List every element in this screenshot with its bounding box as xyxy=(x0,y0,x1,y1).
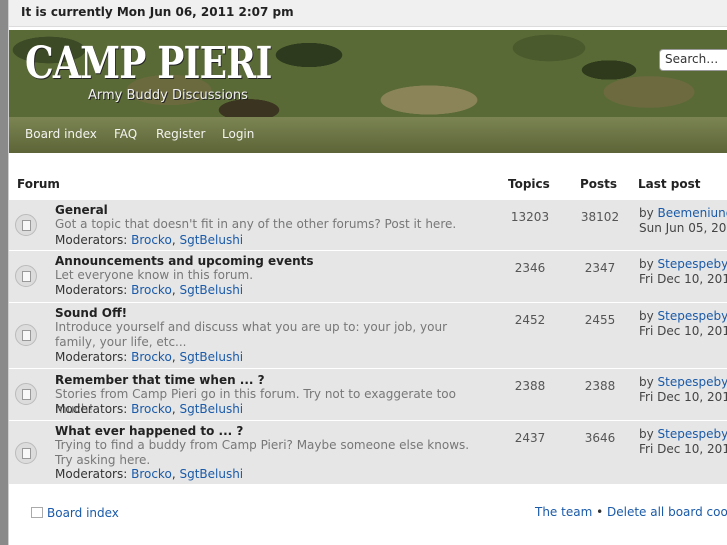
column-header-forum: Forum xyxy=(17,177,60,191)
last-post-by: by xyxy=(639,257,654,271)
site-tagline: Army Buddy Discussions xyxy=(88,88,248,103)
last-post-user-link[interactable]: Stepespeby xyxy=(658,375,727,389)
home-icon xyxy=(31,507,43,518)
last-post-user-link[interactable]: Stepespeby xyxy=(658,257,727,271)
the-team-link[interactable]: The team xyxy=(535,505,592,519)
last-post-date: Fri Dec 10, 201( xyxy=(639,390,727,404)
column-header-last-post: Last post xyxy=(638,177,701,191)
last-post-info: by Stepespeby Fri Dec 10, 201( xyxy=(639,427,727,457)
forum-read-icon xyxy=(15,324,37,346)
topics-count: 2437 xyxy=(514,431,546,445)
page: It is currently Mon Jun 06, 2011 2:07 pm… xyxy=(9,0,727,545)
last-post-user-link[interactable]: Beemeniund xyxy=(658,206,727,220)
forum-description: Introduce yourself and discuss what you … xyxy=(55,320,448,349)
last-post-info: by Stepespeby Fri Dec 10, 201( xyxy=(639,375,727,405)
forum-moderators: Moderators: Brocko, SgtBelushi xyxy=(55,283,244,297)
last-post-date: Fri Dec 10, 201( xyxy=(639,272,727,286)
forum-title-link[interactable]: Remember that time when ... ? xyxy=(55,373,265,387)
forum-moderators: Moderators: Brocko, SgtBelushi xyxy=(55,233,244,247)
posts-count: 38102 xyxy=(580,210,620,224)
footer-board-index-label: Board index xyxy=(47,506,119,520)
moderator-link[interactable]: Brocko xyxy=(131,233,172,247)
nav-login[interactable]: Login xyxy=(222,127,254,141)
footer-separator: • xyxy=(596,505,604,519)
moderator-link[interactable]: Brocko xyxy=(131,467,172,481)
moderators-label: Moderators: xyxy=(55,233,128,247)
last-post-user-link[interactable]: Stepespeby xyxy=(658,427,727,441)
last-post-by: by xyxy=(639,309,654,323)
moderators-label: Moderators: xyxy=(55,467,128,481)
moderator-link[interactable]: Brocko xyxy=(131,402,172,416)
forum-moderators: Moderators: Brocko, SgtBelushi xyxy=(55,467,244,481)
forum-read-icon xyxy=(15,383,37,405)
moderators-label: Moderators: xyxy=(55,283,128,297)
last-post-info: by Beemeniund Sun Jun 05, 201 xyxy=(639,206,727,236)
forum-read-icon xyxy=(15,214,37,236)
moderator-link[interactable]: SgtBelushi xyxy=(179,350,243,364)
last-post-date: Fri Dec 10, 201( xyxy=(639,324,727,338)
nav-bar: Board index FAQ Register Login xyxy=(9,117,727,153)
forum-title-link[interactable]: General xyxy=(55,203,108,217)
forum-read-icon xyxy=(15,442,37,464)
moderator-link[interactable]: SgtBelushi xyxy=(179,233,243,247)
forum-row: What ever happened to ... ? Trying to fi… xyxy=(9,420,727,484)
moderator-link[interactable]: SgtBelushi xyxy=(179,402,243,416)
last-post-by: by xyxy=(639,206,654,220)
topics-count: 2452 xyxy=(514,313,546,327)
forum-row: General Got a topic that doesn't fit in … xyxy=(9,199,727,250)
last-post-by: by xyxy=(639,427,654,441)
nav-register[interactable]: Register xyxy=(156,127,205,141)
moderator-link[interactable]: SgtBelushi xyxy=(179,283,243,297)
forum-moderators: Moderators: Brocko, SgtBelushi xyxy=(55,350,244,364)
current-datetime: It is currently Mon Jun 06, 2011 2:07 pm xyxy=(21,5,294,19)
window-left-border xyxy=(0,0,9,545)
posts-count: 2347 xyxy=(584,261,616,275)
moderators-label: Moderators: xyxy=(55,402,128,416)
column-header-posts: Posts xyxy=(580,177,618,191)
nav-faq[interactable]: FAQ xyxy=(114,127,137,141)
topics-count: 2388 xyxy=(514,379,546,393)
forum-description: Let everyone know in this forum. xyxy=(55,268,254,282)
forum-description: Trying to find a buddy from Camp Pieri? … xyxy=(55,438,470,467)
posts-count: 3646 xyxy=(584,431,616,445)
moderator-link[interactable]: Brocko xyxy=(131,283,172,297)
last-post-date: Sun Jun 05, 201 xyxy=(639,221,727,235)
column-header-topics: Topics xyxy=(508,177,550,191)
moderator-link[interactable]: SgtBelushi xyxy=(179,467,243,481)
search-input[interactable]: Search… xyxy=(659,49,727,71)
nav-board-index[interactable]: Board index xyxy=(25,127,97,141)
forum-moderators: Moderators: Brocko, SgtBelushi xyxy=(55,402,244,416)
posts-count: 2455 xyxy=(584,313,616,327)
topics-count: 13203 xyxy=(510,210,550,224)
forum-description: Got a topic that doesn't fit in any of t… xyxy=(55,217,457,231)
last-post-info: by Stepespeby Fri Dec 10, 201( xyxy=(639,257,727,287)
topics-count: 2346 xyxy=(514,261,546,275)
last-post-info: by Stepespeby Fri Dec 10, 201( xyxy=(639,309,727,339)
moderator-link[interactable]: Brocko xyxy=(131,350,172,364)
forum-row: Announcements and upcoming events Let ev… xyxy=(9,250,727,302)
moderators-label: Moderators: xyxy=(55,350,128,364)
footer-links: The team • Delete all board cook xyxy=(535,505,727,519)
last-post-by: by xyxy=(639,375,654,389)
site-logo[interactable]: CAMP PIERI xyxy=(25,38,272,89)
footer-board-index-link[interactable]: Board index xyxy=(31,506,119,520)
forum-title-link[interactable]: Sound Off! xyxy=(55,306,127,320)
delete-cookies-link[interactable]: Delete all board cook xyxy=(607,505,727,519)
forum-row: Sound Off! Introduce yourself and discus… xyxy=(9,302,727,368)
header-banner: CAMP PIERI Army Buddy Discussions Search… xyxy=(9,30,727,117)
forum-row: Remember that time when ... ? Stories fr… xyxy=(9,368,727,420)
date-bar: It is currently Mon Jun 06, 2011 2:07 pm xyxy=(9,0,727,27)
posts-count: 2388 xyxy=(584,379,616,393)
forum-read-icon xyxy=(15,265,37,287)
forum-title-link[interactable]: What ever happened to ... ? xyxy=(55,424,243,438)
last-post-user-link[interactable]: Stepespeby xyxy=(658,309,727,323)
forum-title-link[interactable]: Announcements and upcoming events xyxy=(55,254,314,268)
last-post-date: Fri Dec 10, 201( xyxy=(639,442,727,456)
